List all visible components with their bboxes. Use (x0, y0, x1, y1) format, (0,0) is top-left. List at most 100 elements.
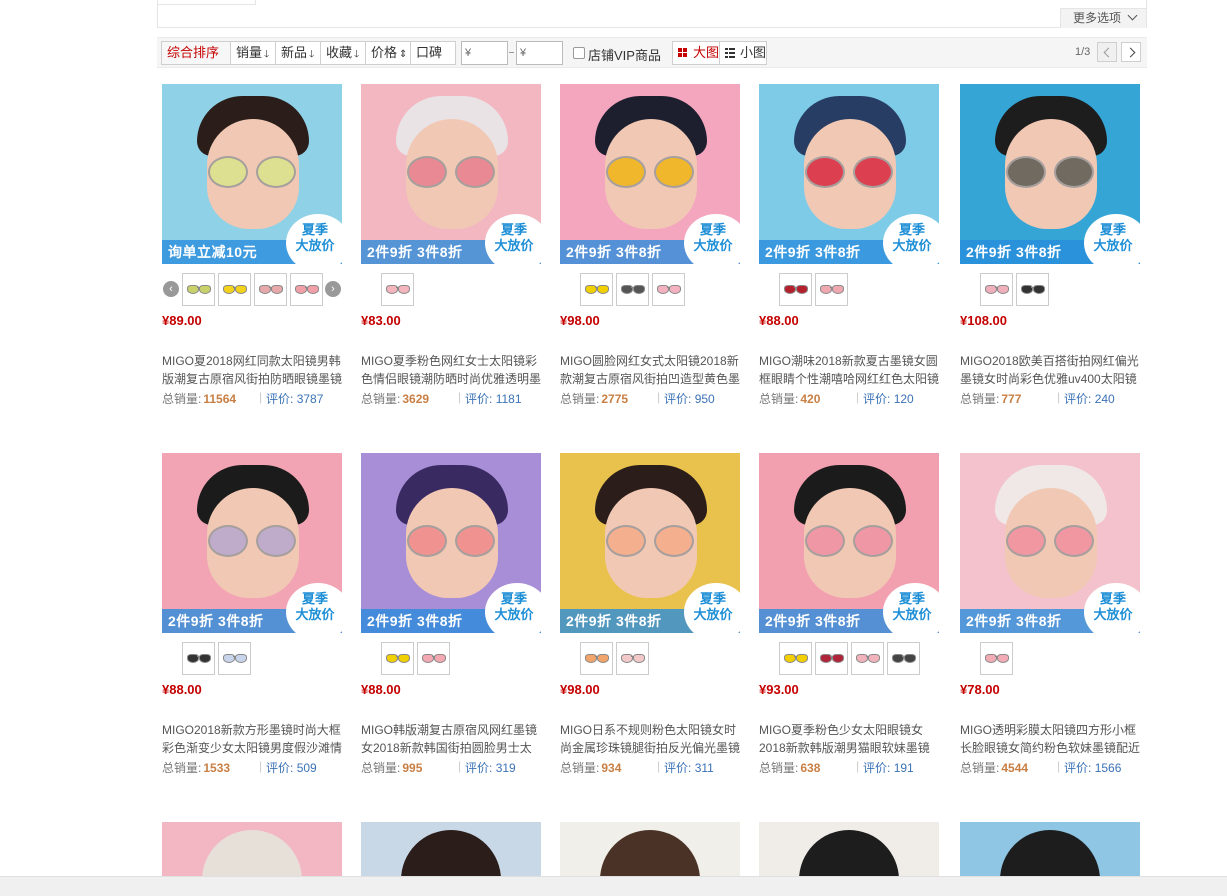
product-title[interactable]: MIGO2018新款方形墨镜时尚大框彩色渐变少女太阳镜男度假沙滩情侣 (162, 721, 344, 757)
review-link[interactable]: 评价: 120 (863, 390, 914, 407)
product-title[interactable]: MIGO潮味2018新款夏古墨镜女圆框眼睛个性潮嘻哈网红红色太阳镜 (759, 352, 941, 388)
vip-checkbox[interactable] (573, 47, 585, 59)
view-small-button[interactable]: 小图 (719, 41, 767, 65)
product-image[interactable]: 2件9折 3件8折 夏季 大放价 (361, 84, 541, 264)
sunglasses-lens (455, 156, 495, 188)
filter-panel-bottom: 更多选项 (157, 0, 1147, 28)
review-link[interactable]: 评价: 240 (1064, 390, 1115, 407)
color-swatch[interactable] (616, 273, 649, 306)
product-card[interactable]: 询单立减10元 夏季 大放价 ‹ › ¥89.00 MIGO夏2018网红同款太… (162, 84, 344, 414)
product-image[interactable] (759, 822, 939, 882)
sunglasses-lens (1054, 525, 1094, 557)
price-min-input[interactable]: ¥ (461, 41, 508, 65)
product-image[interactable]: 2件9折 3件8折 夏季 大放价 (162, 453, 342, 633)
product-image[interactable] (960, 822, 1140, 882)
sales-count: 11564 (203, 392, 237, 406)
product-image[interactable] (162, 822, 342, 882)
product-card[interactable]: 2件9折 3件8折 夏季 大放价 ¥83.00 MIGO夏季粉色网红女士太阳镜彩… (361, 84, 543, 414)
sort-sales-button[interactable]: 销量 🡓 (230, 41, 276, 65)
color-swatch[interactable] (381, 273, 414, 306)
review-link[interactable]: 评价: 311 (664, 759, 714, 776)
color-swatch[interactable] (580, 273, 613, 306)
review-link[interactable]: 评价: 319 (465, 759, 516, 776)
color-swatch[interactable] (779, 642, 812, 675)
product-title[interactable]: MIGO夏2018网红同款太阳镜男韩版潮复古原宿风街拍防晒眼镜墨镜 (162, 352, 344, 388)
product-card[interactable]: 2件9折 3件8折 夏季 大放价 ¥88.00 MIGO韩版潮复古原宿风网红墨镜… (361, 453, 543, 783)
product-image[interactable]: 2件9折 3件8折 夏季 大放价 (759, 453, 939, 633)
color-swatch[interactable] (290, 273, 323, 306)
product-image[interactable]: 2件9折 3件8折 夏季 大放价 (560, 453, 740, 633)
color-swatch[interactable] (182, 273, 215, 306)
review-link[interactable]: 评价: 509 (266, 759, 317, 776)
swatch-prev-icon[interactable]: ‹ (163, 281, 179, 297)
product-title[interactable]: MIGO圆脸网红女式太阳镜2018新款潮复古原宿风街拍凹造型黄色墨镜 (560, 352, 742, 388)
review-link[interactable]: 评价: 191 (863, 759, 914, 776)
view-large-button[interactable]: 大图 (672, 41, 720, 65)
product-price: ¥88.00 (759, 313, 799, 328)
color-swatch[interactable] (980, 642, 1013, 675)
color-swatch[interactable] (218, 642, 251, 675)
product-card[interactable]: 2件9折 3件8折 夏季 大放价 ¥98.00 MIGO圆脸网红女式太阳镜201… (560, 84, 742, 414)
arrow-down-icon: 🡓 (309, 49, 315, 60)
color-swatch[interactable] (580, 642, 613, 675)
sort-new-button[interactable]: 新品 🡓 (275, 41, 321, 65)
product-stats: 总销量: 934 | 评价: 311 (560, 759, 742, 776)
product-title[interactable]: MIGO夏季粉色网红女士太阳镜彩色情侣眼镜潮防晒时尚优雅透明墨镜 (361, 352, 543, 388)
review-count: 1566 (1094, 761, 1122, 775)
product-card[interactable]: 2件9折 3件8折 夏季 大放价 ¥93.00 MIGO夏季粉色少女太阳眼镜女2… (759, 453, 941, 783)
color-swatch[interactable] (616, 642, 649, 675)
product-stats: 总销量: 995 | 评价: 319 (361, 759, 543, 776)
product-card[interactable]: 2件9折 3件8折 夏季 大放价 ¥88.00 MIGO2018新款方形墨镜时尚… (162, 453, 344, 783)
review-link[interactable]: 评价: 950 (664, 390, 715, 407)
review-link[interactable]: 评价: 1566 (1064, 759, 1121, 776)
color-swatch[interactable] (381, 642, 414, 675)
product-title[interactable]: MIGO韩版潮复古原宿风网红墨镜女2018新款韩国街拍圆脸男士太阳镜 (361, 721, 543, 757)
sort-price-button[interactable]: 价格 ⇕ (365, 41, 411, 65)
product-title[interactable]: MIGO2018欧美百搭街拍网红偏光墨镜女时尚彩色优雅uv400太阳镜 (960, 352, 1142, 388)
color-swatch[interactable] (218, 273, 251, 306)
color-swatch[interactable] (851, 642, 884, 675)
product-title[interactable]: MIGO透明彩膜太阳镜四方形小框长脸眼镜女简约粉色软妹墨镜配近视 (960, 721, 1142, 757)
product-image[interactable]: 2件9折 3件8折 夏季 大放价 (960, 453, 1140, 633)
swatch-next-icon[interactable]: › (325, 281, 341, 297)
color-swatch[interactable] (779, 273, 812, 306)
review-link[interactable]: 评价: 1181 (465, 390, 522, 407)
sort-favorites-button[interactable]: 收藏 🡓 (320, 41, 366, 65)
review-link[interactable]: 评价: 3787 (266, 390, 323, 407)
sort-composite-button[interactable]: 综合排序 (161, 41, 231, 65)
color-swatch[interactable] (887, 642, 920, 675)
product-card[interactable]: 2件9折 3件8折 夏季 大放价 ¥88.00 MIGO潮味2018新款夏古墨镜… (759, 84, 941, 414)
price-max-input[interactable]: ¥ (516, 41, 563, 65)
color-swatch[interactable] (254, 273, 287, 306)
product-image[interactable] (361, 822, 541, 882)
product-card[interactable]: 2件9折 3件8折 夏季 大放价 ¥98.00 MIGO日系不规则粉色太阳镜女时… (560, 453, 742, 783)
sort-reputation-button[interactable]: 口碑 (410, 41, 456, 65)
product-card[interactable]: 2件9折 3件8折 夏季 大放价 ¥108.00 MIGO2018欧美百搭街拍网… (960, 84, 1142, 414)
color-swatch[interactable] (815, 273, 848, 306)
vip-label[interactable]: 店铺VIP商品 (588, 45, 661, 64)
more-options-button[interactable]: 更多选项 (1060, 8, 1146, 28)
color-swatch[interactable] (1016, 273, 1049, 306)
color-swatch[interactable] (417, 642, 450, 675)
product-card[interactable]: 2件9折 3件8折 夏季 大放价 ¥78.00 MIGO透明彩膜太阳镜四方形小框… (960, 453, 1142, 783)
color-swatches: ‹ › (162, 273, 344, 307)
badge-line2: 大放价 (693, 607, 733, 622)
product-title[interactable]: MIGO夏季粉色少女太阳眼镜女2018新款韩版潮男猫眼软妹墨镜 (759, 721, 941, 757)
product-price: ¥88.00 (162, 682, 202, 697)
color-swatch[interactable] (182, 642, 215, 675)
horizontal-scrollbar[interactable] (0, 876, 1227, 896)
product-image[interactable]: 询单立减10元 夏季 大放价 (162, 84, 342, 264)
next-page-button[interactable] (1121, 42, 1141, 62)
color-swatch[interactable] (980, 273, 1013, 306)
product-image[interactable] (560, 822, 740, 882)
color-swatch[interactable] (815, 642, 848, 675)
prev-page-button[interactable] (1097, 42, 1117, 62)
product-image[interactable]: 2件9折 3件8折 夏季 大放价 (960, 84, 1140, 264)
product-image[interactable]: 2件9折 3件8折 夏季 大放价 (361, 453, 541, 633)
color-swatch[interactable] (652, 273, 685, 306)
product-title[interactable]: MIGO日系不规则粉色太阳镜女时尚金属珍珠镜腿街拍反光偏光墨镜 (560, 721, 742, 757)
review-count: 3787 (296, 392, 324, 406)
product-image[interactable]: 2件9折 3件8折 夏季 大放价 (759, 84, 939, 264)
product-image[interactable]: 2件9折 3件8折 夏季 大放价 (560, 84, 740, 264)
sales-label: 总销量: (759, 761, 799, 775)
